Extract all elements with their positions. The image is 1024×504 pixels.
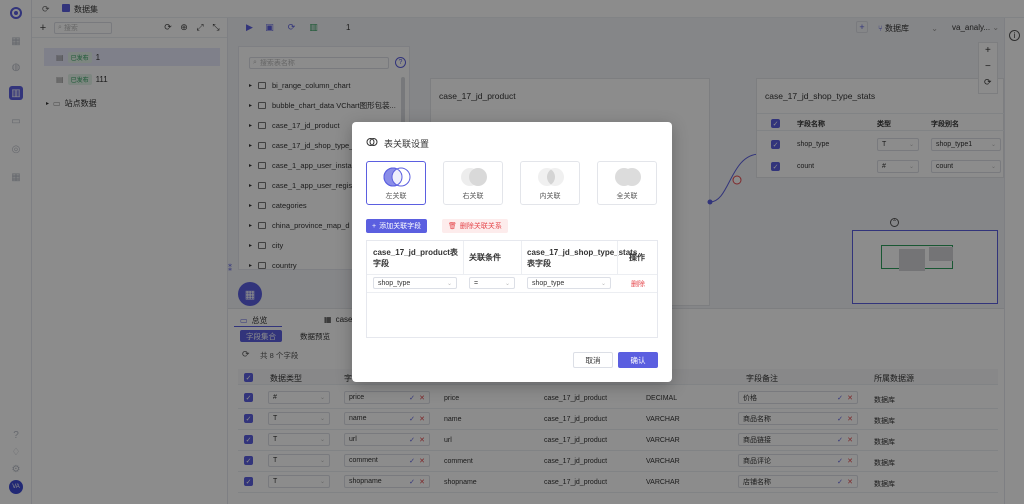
add-join-field-button[interactable]: + 添加关联字段: [366, 219, 428, 233]
join-settings-dialog: 表关联设置 左关联 右关联 内关联 全关联 +添加关联字段 🗑删除关联关系: [352, 122, 672, 382]
chevron-down-icon: ⌄: [504, 280, 510, 287]
join-option-label: 左关联: [385, 193, 407, 200]
left-field-select[interactable]: shop_type ⌄: [373, 277, 457, 289]
left-field-value: shop_type: [378, 279, 411, 287]
button-label: 删除关联关系: [459, 223, 502, 230]
app-root: ▦ ◍ ▥ ▭ ◎ ▦ ? ♢ ⚙ VA ⟳ 数据集 + ⌕ 搜索 ⟳ ⊕ ⤢ …: [0, 0, 1024, 504]
join-table-header: case_17_jd_product表字段 关联条件 case_17_jd_sh…: [367, 241, 657, 275]
inner-join-venn-icon: [538, 168, 564, 186]
column-divider: [521, 241, 522, 275]
column-header: case_17_jd_product表字段: [373, 248, 458, 268]
right-field-select[interactable]: shop_type ⌄: [527, 277, 611, 289]
join-fields-table: case_17_jd_product表字段 关联条件 case_17_jd_sh…: [366, 240, 658, 338]
chevron-down-icon: ⌄: [600, 280, 606, 287]
condition-value: =: [474, 279, 479, 287]
confirm-button[interactable]: 确认: [618, 352, 658, 368]
column-header: case_17_jd_shop_type_stats表字段: [527, 248, 638, 268]
join-option-full[interactable]: 全关联: [597, 161, 657, 205]
table-row: shop_type ⌄ = ⌄ shop_type ⌄ 删除: [367, 275, 657, 293]
column-divider: [617, 241, 618, 275]
join-option-left[interactable]: 左关联: [366, 161, 426, 205]
join-option-label: 右关联: [462, 193, 484, 200]
column-divider: [463, 241, 464, 275]
full-join-venn-icon: [615, 168, 641, 186]
plus-icon: +: [372, 222, 377, 230]
delete-relation-button[interactable]: 🗑 删除关联关系: [442, 219, 508, 233]
dialog-title: 表关联设置: [384, 139, 430, 149]
right-field-value: shop_type: [532, 279, 565, 287]
delete-row-link[interactable]: 删除: [631, 279, 645, 289]
button-label: 添加关联字段: [379, 223, 422, 230]
column-header: 关联条件: [469, 253, 501, 262]
cancel-button[interactable]: 取消: [573, 352, 613, 368]
chevron-down-icon: ⌄: [446, 280, 452, 287]
condition-select[interactable]: = ⌄: [469, 277, 515, 289]
join-icon: [366, 136, 378, 148]
left-join-venn-icon: [383, 167, 411, 187]
join-option-label: 内关联: [539, 193, 561, 200]
join-option-inner[interactable]: 内关联: [520, 161, 580, 205]
right-join-venn-icon: [461, 168, 487, 186]
join-option-right[interactable]: 右关联: [443, 161, 503, 205]
column-header: 操作: [629, 253, 645, 262]
trash-icon: 🗑: [448, 223, 457, 230]
join-option-label: 全关联: [616, 193, 638, 200]
